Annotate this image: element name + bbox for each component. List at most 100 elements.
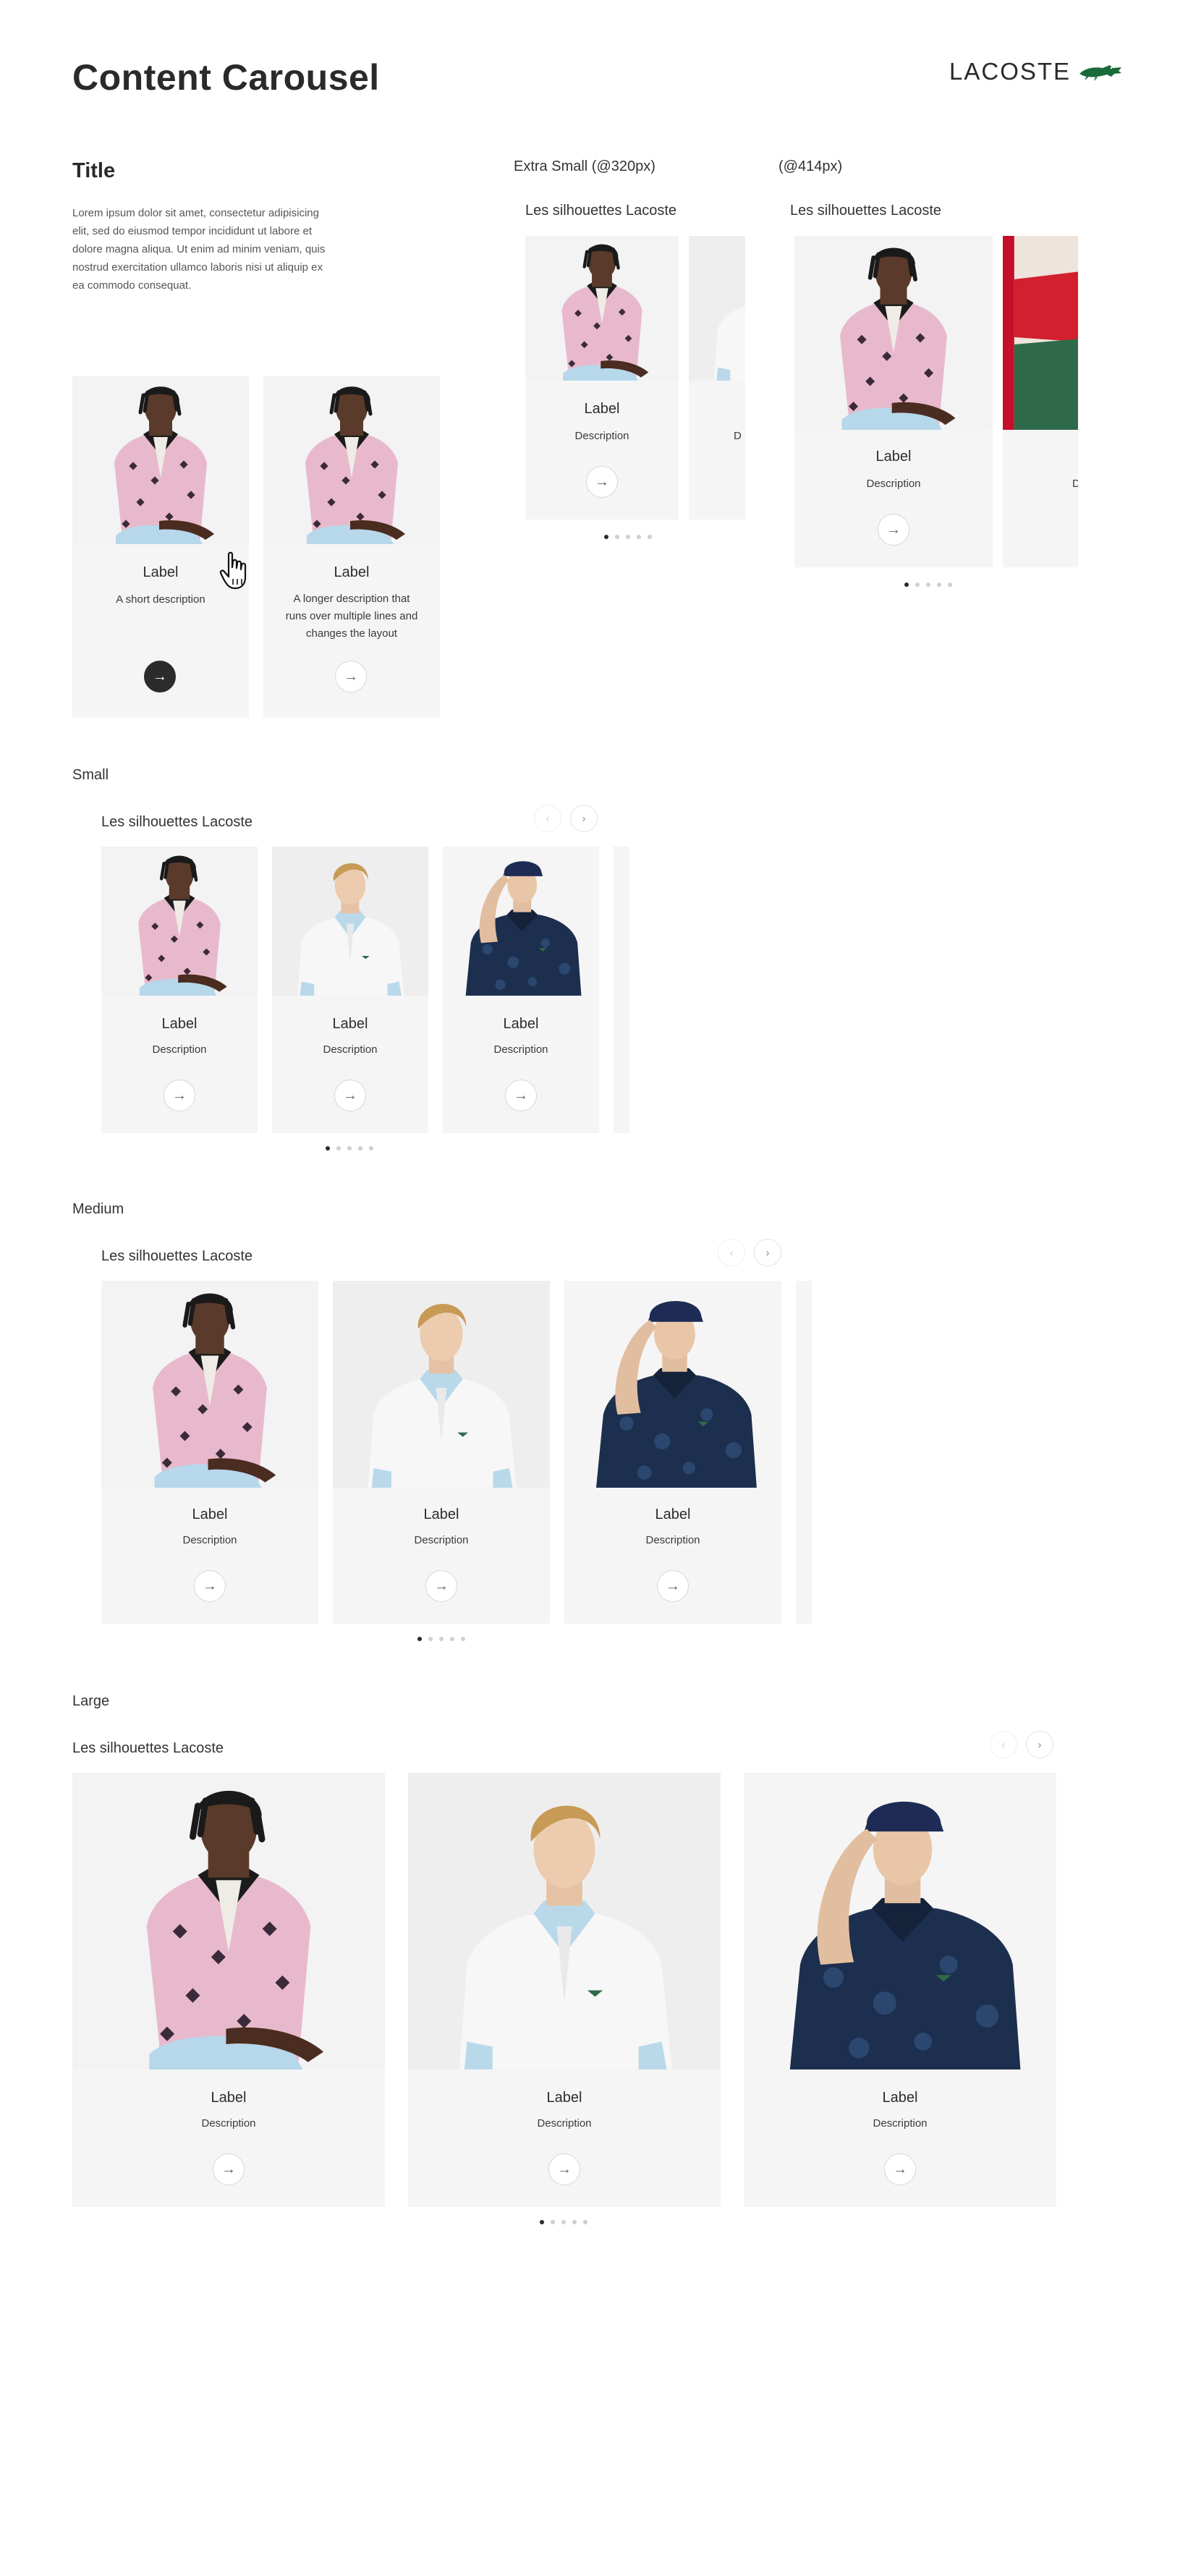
carousel-track-xs320[interactable]: Label Description → D — [525, 236, 745, 520]
carousel-card[interactable]: Label Description → — [101, 847, 258, 1133]
page-title: Content Carousel — [72, 57, 380, 98]
card-arrow-button[interactable]: → — [194, 1570, 226, 1602]
card-description: A longer description that runs over mult… — [285, 593, 418, 640]
carousel-card[interactable]: Label Description → — [101, 1281, 318, 1624]
pagination-dots[interactable] — [417, 1637, 465, 1641]
pagination-dot[interactable] — [626, 535, 630, 539]
chevron-right-icon: › — [582, 812, 586, 825]
carousel-card[interactable]: Label Description → — [272, 847, 428, 1133]
carousel-card[interactable]: Label Description → — [72, 1773, 385, 2207]
carousel-track-small[interactable]: Label Description → Label Description → … — [101, 847, 629, 1133]
pagination-dot[interactable] — [551, 2220, 555, 2224]
product-image-pink-polo — [794, 236, 993, 430]
carousel-prev-button[interactable]: ‹ — [718, 1239, 745, 1266]
card-description: Description — [537, 2117, 592, 2130]
pagination-dot[interactable] — [648, 535, 652, 539]
pagination-dot[interactable] — [926, 582, 930, 587]
product-image-pink-polo — [72, 376, 249, 544]
carousel-card[interactable]: Label Description → — [794, 236, 993, 567]
carousel-card-peek[interactable]: D — [1003, 236, 1078, 567]
product-image-lifestyle — [1003, 236, 1078, 430]
pagination-dot[interactable] — [937, 582, 941, 587]
card-arrow-button[interactable]: → — [213, 2153, 245, 2185]
card-arrow-button[interactable]: → — [657, 1570, 689, 1602]
demo-card-short[interactable]: Label A short description → — [72, 376, 249, 718]
pagination-dot[interactable] — [561, 2220, 566, 2224]
card-label: Label — [503, 1016, 539, 1032]
carousel-card-peek[interactable] — [796, 1281, 812, 1624]
pagination-dot[interactable] — [572, 2220, 577, 2224]
pagination-dot[interactable] — [915, 582, 920, 587]
brand-logo[interactable]: LACOSTE — [949, 58, 1123, 85]
section-heading-xs320: Extra Small (@320px) — [514, 158, 655, 174]
carousel-card-peek[interactable]: D — [689, 236, 745, 520]
product-image-pink-polo — [525, 236, 679, 381]
pagination-dot[interactable] — [369, 1146, 373, 1151]
card-label: Label — [655, 1507, 691, 1522]
carousel-title: Les silhouettes Lacoste — [790, 203, 942, 219]
carousel-next-button[interactable]: › — [754, 1239, 781, 1266]
pagination-dots[interactable] — [904, 582, 952, 587]
card-arrow-button[interactable]: → — [144, 661, 176, 692]
carousel-prev-button[interactable]: ‹ — [990, 1731, 1017, 1758]
pagination-dot[interactable] — [326, 1146, 330, 1151]
carousel-track-medium[interactable]: Label Description → Label Description → … — [101, 1281, 812, 1624]
arrow-right-icon: → — [343, 1088, 357, 1103]
carousel-track-large[interactable]: Label Description → Label Description → … — [72, 1773, 1058, 2207]
pagination-dot[interactable] — [461, 1637, 465, 1641]
carousel-card[interactable]: Label Description → — [744, 1773, 1056, 2207]
card-arrow-button[interactable]: → — [586, 466, 618, 498]
pagination-dot[interactable] — [604, 535, 608, 539]
carousel-track-xs414[interactable]: Label Description → D — [794, 236, 1078, 567]
carousel-prev-button[interactable]: ‹ — [534, 805, 561, 832]
card-label: Label — [161, 1016, 198, 1032]
carousel-card[interactable]: Label Description → — [525, 236, 679, 520]
pagination-dots[interactable] — [326, 1146, 373, 1151]
product-image-white-polo — [272, 847, 428, 996]
carousel-card[interactable]: Label Description → — [443, 847, 599, 1133]
card-arrow-button[interactable]: → — [164, 1080, 195, 1111]
pagination-dots[interactable] — [604, 535, 652, 539]
brand-wordmark: LACOSTE — [949, 58, 1072, 85]
carousel-card[interactable]: Label Description → — [333, 1281, 550, 1624]
card-arrow-button[interactable]: → — [335, 661, 367, 692]
carousel-next-button[interactable]: › — [1026, 1731, 1053, 1758]
demo-card-long[interactable]: Label A longer description that runs ove… — [263, 376, 440, 718]
card-label: Label — [875, 449, 912, 465]
card-label: Label — [546, 2090, 582, 2106]
card-arrow-button[interactable]: → — [878, 514, 909, 546]
carousel-next-button[interactable]: › — [570, 805, 598, 832]
pagination-dot[interactable] — [637, 535, 641, 539]
pagination-dot[interactable] — [336, 1146, 341, 1151]
arrow-right-icon: → — [203, 1578, 217, 1594]
pagination-dots[interactable] — [540, 2220, 587, 2224]
card-label: Label — [423, 1507, 459, 1522]
crocodile-logo-icon — [1079, 65, 1122, 81]
card-description: Description — [873, 2117, 928, 2130]
pagination-dot[interactable] — [904, 582, 909, 587]
pagination-dot[interactable] — [948, 582, 952, 587]
card-arrow-button[interactable]: → — [425, 1570, 457, 1602]
carousel-card[interactable]: Label Description → — [564, 1281, 781, 1624]
pagination-dot[interactable] — [417, 1637, 422, 1641]
arrow-right-icon: → — [557, 2161, 572, 2177]
pagination-dot[interactable] — [615, 535, 619, 539]
pagination-dot[interactable] — [540, 2220, 544, 2224]
card-arrow-button[interactable]: → — [334, 1080, 366, 1111]
pagination-dot[interactable] — [428, 1637, 433, 1641]
pagination-dot[interactable] — [347, 1146, 352, 1151]
section-heading-xs414: (@414px) — [778, 158, 843, 174]
carousel-title: Les silhouettes Lacoste — [101, 1248, 253, 1264]
product-image-navy-polo — [564, 1281, 781, 1488]
carousel-card-peek[interactable] — [614, 847, 629, 1133]
pagination-dot[interactable] — [583, 2220, 587, 2224]
card-arrow-button[interactable]: → — [505, 1080, 537, 1111]
card-arrow-button[interactable]: → — [884, 2153, 916, 2185]
pagination-dot[interactable] — [450, 1637, 454, 1641]
chevron-left-icon: ‹ — [729, 1246, 734, 1259]
chevron-right-icon: › — [1038, 1738, 1042, 1751]
card-arrow-button[interactable]: → — [548, 2153, 580, 2185]
pagination-dot[interactable] — [439, 1637, 444, 1641]
pagination-dot[interactable] — [358, 1146, 362, 1151]
carousel-card[interactable]: Label Description → — [408, 1773, 721, 2207]
